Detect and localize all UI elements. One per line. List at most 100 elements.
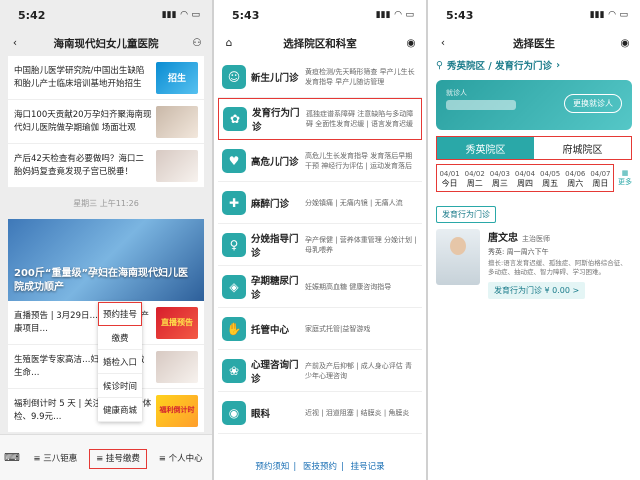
keyboard-icon[interactable]: ⌨: [0, 451, 24, 464]
list-item[interactable]: 中国胎儿医学研究院/中国出生缺陷和胎儿产士临床培训基地开始招生 招生: [8, 56, 204, 100]
doctor-photo: [436, 229, 480, 285]
more-dates-button[interactable]: ▦ 更多: [618, 169, 632, 187]
page-title: 选择院区和科室: [283, 37, 357, 50]
hero-caption: 200斤“重量级”孕妇在海南现代妇儿医院成功顺产: [14, 268, 189, 293]
switch-patient-button[interactable]: 更换就诊人: [564, 94, 622, 113]
link-registration-record[interactable]: 挂号记录: [351, 462, 385, 472]
menu-item-premarital[interactable]: 婚检入口: [98, 350, 142, 374]
doctor-name: 唐文忠: [488, 233, 518, 244]
department-item[interactable]: ☺ 新生儿门诊 黄疸检测/先天畸形筛查 早产儿生长发育指导 早产儿随访管理: [218, 56, 422, 98]
home-icon[interactable]: ⌂: [222, 36, 236, 50]
signal-icon: ▮▮▮: [161, 10, 177, 20]
page-title: 选择医生: [513, 37, 555, 50]
date-option[interactable]: 04/06 周六: [563, 165, 588, 191]
date-option[interactable]: 04/04 周四: [512, 165, 537, 191]
news-thumbnail: 福利倒计时: [156, 394, 198, 427]
menu-tab-promo[interactable]: ≡ 三八钜惠: [24, 452, 87, 464]
development-icon: ✿: [223, 107, 247, 131]
wifi-icon: ◠: [180, 10, 188, 20]
date-option[interactable]: 04/02 周二: [462, 165, 487, 191]
department-item-selected[interactable]: ✿ 发育行为门诊 孤独症谱系障碍 注意缺陷与多动障碍 全面性发育迟缓 | 语言发育迟…: [218, 98, 422, 140]
doctor-card[interactable]: 唐文忠 主治医师 秀英: 周一周六下午 擅长:语言发育迟缓、孤独症、阿斯伯格综合征…: [436, 229, 632, 299]
wifi-icon: ◠: [394, 10, 402, 20]
news-thumbnail: 招生: [156, 61, 198, 94]
chevron-right-icon: ›: [556, 59, 560, 71]
department-item[interactable]: ❀ 心理咨询门诊 产前及产后抑郁 | 成人身心评估 青少年心理咨询: [218, 350, 422, 392]
anesthesia-icon: ✚: [222, 190, 246, 215]
menu-item-payment[interactable]: 缴费: [98, 326, 142, 350]
back-icon[interactable]: ‹: [436, 36, 450, 50]
status-bar: 5:43 ▮▮▮ ◠ ▭: [428, 0, 640, 30]
highrisk-icon: ♥: [222, 148, 246, 173]
department-list: ☺ 新生儿门诊 黄疸检测/先天畸形筛查 早产儿生长发育指导 早产儿随访管理 ✿ 发育行…: [214, 56, 426, 434]
department-item[interactable]: ♥ 高危儿门诊 高危儿生长发育指导 发育落后早期干预 神经行为评估 | 运动发育落后: [218, 140, 422, 182]
news-thumbnail: [156, 350, 198, 383]
date-selector: 04/01 今日 04/02 周二 04/03 周三 04/04 周四 04/05 周五 …: [436, 164, 614, 192]
phone-screen-departments: 5:43 ▮▮▮ ◠ ▭ ⌂ 选择院区和科室 ◉ ☺ 新生儿门诊 黄疸检测/先天畸形筛查…: [214, 0, 426, 480]
campus-tabs: 秀英院区 府城院区: [436, 136, 632, 160]
patient-card: 就诊人 更换就诊人: [436, 80, 632, 130]
menu-item-waittime[interactable]: 候诊时间: [98, 374, 142, 398]
page-title: 海南现代妇女儿童医院: [53, 37, 159, 50]
doctor-title: 主治医师: [522, 235, 550, 243]
location-breadcrumb[interactable]: ⚲ 秀英院区 / 发育行为门诊 ›: [428, 56, 640, 74]
status-bar: 5:43 ▮▮▮ ◠ ▭: [214, 0, 426, 30]
department-item[interactable]: ◉ 眼科 近视 | 泪道阻塞 | 结膜炎 | 角膜炎: [218, 392, 422, 434]
message-timestamp: 星期三 上午11:26: [73, 199, 139, 208]
user-icon[interactable]: ⚇: [190, 36, 204, 50]
date-option[interactable]: 04/05 周五: [538, 165, 563, 191]
news-thumbnail: [156, 149, 198, 182]
baby-icon: ☺: [222, 64, 246, 89]
hero-article[interactable]: 200斤“重量级”孕妇在海南现代妇儿医院成功顺产: [8, 219, 204, 301]
battery-icon: ▭: [191, 10, 200, 20]
department-item[interactable]: ◈ 孕期糖尿门诊 妊娠期高血糖 健康咨询指导: [218, 266, 422, 308]
department-item[interactable]: ♀ 分娩指导门诊 孕产保健 | 营养体重管理 分娩计划 | 母乳喂养: [218, 224, 422, 266]
battery-icon: ▭: [405, 10, 414, 20]
link-booking-notice[interactable]: 预约须知: [255, 462, 289, 472]
patient-name-blurred: [446, 100, 516, 110]
diabetes-icon: ◈: [222, 274, 246, 299]
footer-links: 预约须知 | 医技预约 | 挂号记录: [255, 462, 385, 472]
battery-icon: ▭: [619, 10, 628, 20]
clock: 5:43: [446, 8, 474, 22]
book-fee-button[interactable]: 发育行为门诊 ¥ 0.00 >: [488, 282, 586, 299]
menu-bar: ⌨ ≡ 三八钜惠 ≡ 挂号缴费 ≡ 个人中心: [0, 434, 212, 480]
record-icon[interactable]: ◉: [404, 36, 418, 50]
link-tech-booking[interactable]: 医技预约: [303, 462, 337, 472]
list-item[interactable]: 海口100天贡献20万孕妇齐聚海南现代妇儿医院做孕期瑜伽 场面壮观: [8, 100, 204, 144]
eye-icon: ◉: [222, 400, 246, 425]
date-option[interactable]: 04/07 周日: [588, 165, 613, 191]
menu-item-mall[interactable]: 健康商城: [98, 398, 142, 422]
status-bar: 5:42 ▮▮▮ ◠ ▭: [0, 0, 212, 30]
menu-tab-personal[interactable]: ≡ 个人中心: [149, 452, 212, 464]
record-icon[interactable]: ◉: [618, 36, 632, 50]
menu-tab-register[interactable]: ≡ 挂号缴费: [87, 448, 150, 469]
department-item[interactable]: ✚ 麻醉门诊 分娩镇痛 | 无痛内镜 | 无痛人流: [218, 182, 422, 224]
location-pin-icon: ⚲: [436, 59, 443, 71]
care-icon: ✋: [222, 316, 246, 341]
doctor-schedule: 秀英: 周一周六下午: [488, 248, 549, 256]
signal-icon: ▮▮▮: [375, 10, 391, 20]
submenu-popup: 预约挂号 缴费 婚检入口 候诊时间 健康商城: [98, 302, 142, 422]
delivery-icon: ♀: [222, 232, 246, 257]
phone-screen-wechat: 5:42 ▮▮▮ ◠ ▭ ‹ 海南现代妇女儿童医院 ⚇ 中国胎儿医学研究院/中国出生…: [0, 0, 212, 480]
tab-xiuying[interactable]: 秀英院区: [437, 137, 534, 159]
news-thumbnail: [156, 105, 198, 138]
page-header: ⌂ 选择院区和科室 ◉: [214, 30, 426, 56]
back-icon[interactable]: ‹: [8, 36, 22, 50]
phone-screen-doctors: 5:43 ▮▮▮ ◠ ▭ ‹ 选择医生 ◉ ⚲ 秀英院区 / 发育行为门诊 › 就诊…: [428, 0, 640, 480]
tab-fucheng[interactable]: 府城院区: [534, 137, 631, 159]
clock: 5:42: [18, 8, 46, 22]
date-option[interactable]: 04/01 今日: [437, 165, 462, 191]
department-tag: 发育行为门诊: [436, 206, 496, 223]
menu-item-appointment[interactable]: 预约挂号: [98, 302, 142, 326]
department-item[interactable]: ✋ 托管中心 家庭式托管|益智游戏: [218, 308, 422, 350]
wifi-icon: ◠: [608, 10, 616, 20]
date-option[interactable]: 04/03 周三: [487, 165, 512, 191]
psych-icon: ❀: [222, 358, 246, 383]
news-thumbnail: 直播预告: [156, 306, 198, 339]
patient-label: 就诊人: [446, 89, 467, 97]
clock: 5:43: [232, 8, 260, 22]
news-card-top: 中国胎儿医学研究院/中国出生缺陷和胎儿产士临床培训基地开始招生 招生 海口100天…: [8, 56, 204, 188]
list-item[interactable]: 产后42天检查有必要做吗？海口二胎妈妈复查竟发现子宫已脱垂！: [8, 144, 204, 188]
